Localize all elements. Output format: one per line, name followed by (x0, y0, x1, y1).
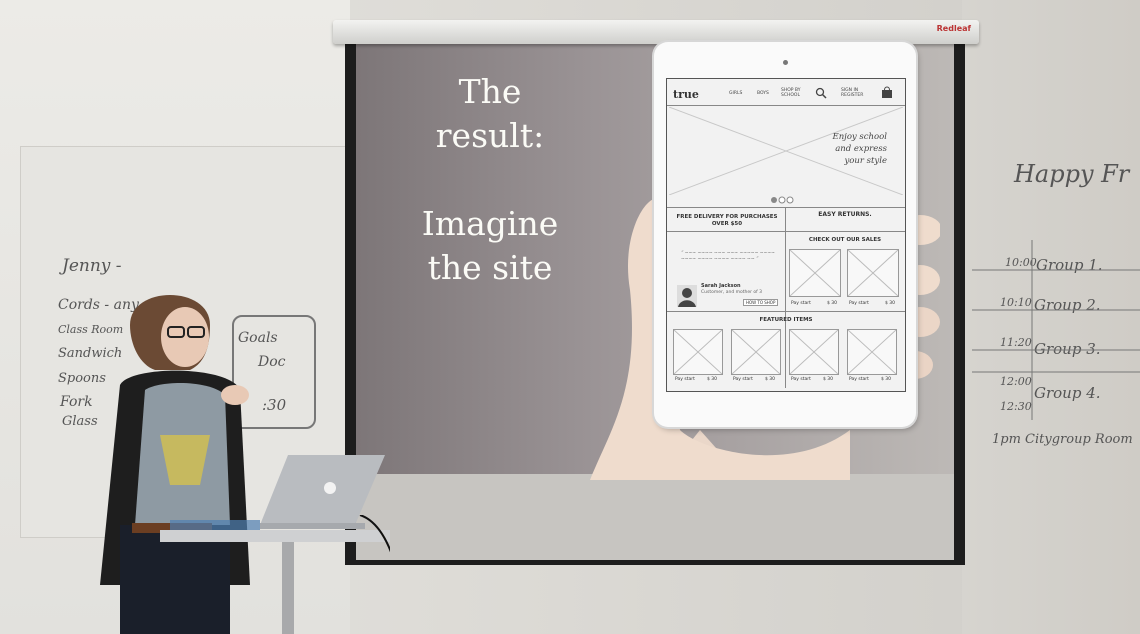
hero-divider (667, 207, 905, 208)
price-label: Pay start (675, 377, 695, 382)
section-divider (667, 311, 905, 312)
section-divider (667, 231, 905, 232)
testimonial-name: Sarah Jackson (701, 283, 741, 289)
hero-line: and express (835, 144, 887, 154)
price-label: Pay start (849, 301, 869, 306)
returns-title: EASY RETURNS. (818, 211, 872, 218)
testimonial-quote: “ ~~~ ~~~~ ~~~ ~~~ ~~~~~ ~~~~ ~~~~ ~~~~ … (681, 251, 775, 262)
sale-item-image (789, 249, 841, 297)
slide-line: The (458, 72, 522, 111)
slide-line: the site (427, 248, 553, 287)
price-label: Pay start (849, 377, 869, 382)
whiteboard-right-title: Happy Fr (1014, 160, 1130, 188)
slide-bottom-blank (356, 474, 954, 560)
hero-text: Enjoy school and express your style (817, 131, 888, 167)
how-to-shop-button[interactable]: HOW TO SHOP (743, 299, 779, 306)
price-label: Pay start (733, 377, 753, 382)
price-value: $ 30 (823, 377, 834, 382)
price-value: $ 30 (881, 377, 892, 382)
sale-item-image (847, 249, 899, 297)
nav-shop-by-school: SHOP BY SCHOOL (781, 88, 801, 98)
featured-title: FEATURED ITEMS (759, 317, 813, 323)
search-icon (815, 87, 827, 99)
price-value: $ 30 (885, 301, 896, 306)
nav-divider (667, 105, 905, 106)
featured-item-image (673, 329, 723, 375)
nav-sign-in: SIGN IN REGISTER (841, 88, 864, 98)
whiteboard-name: Jenny - (62, 256, 122, 276)
carousel-dots (771, 196, 794, 204)
featured-item-image (847, 329, 897, 375)
projector-brand: Redleaf (936, 24, 971, 33)
website-wireframe: true GIRLS BOYS SHOP BY SCHOOL SIGN IN R… (666, 78, 906, 392)
hero-line: Enjoy school (832, 132, 888, 142)
screen-housing: Redleaf (333, 20, 979, 44)
slide-heading: The result: Imagine the site (400, 70, 580, 290)
slide-line (400, 158, 580, 202)
avatar (677, 285, 697, 307)
slide-line: Imagine (421, 204, 559, 243)
site-logo: true (673, 88, 699, 101)
tablet-camera (783, 60, 788, 65)
testimonial-role: Customer, and mother of 3 (701, 290, 763, 295)
nav-boys: BOYS (757, 91, 769, 96)
sales-title: CHECK OUT OUR SALES (808, 237, 882, 243)
delivery-text: FREE DELIVERY FOR PURCHASES OVER $50 (676, 214, 778, 227)
price-value: $ 30 (827, 301, 838, 306)
hero-line: your style (844, 156, 888, 166)
shopping-bag-icon (882, 86, 892, 98)
price-label: Pay start (791, 377, 811, 382)
featured-item-image (731, 329, 781, 375)
price-label: Pay start (791, 301, 811, 306)
slide-line: result: (435, 116, 545, 155)
nav-girls: GIRLS (729, 91, 743, 96)
column-divider (785, 208, 786, 388)
schedule-lines (972, 240, 1140, 420)
lectern-table (160, 515, 390, 634)
featured-item-image (789, 329, 839, 375)
whiteboard-item: Fork (60, 394, 93, 410)
price-value: $ 30 (707, 377, 718, 382)
price-value: $ 30 (765, 377, 776, 382)
